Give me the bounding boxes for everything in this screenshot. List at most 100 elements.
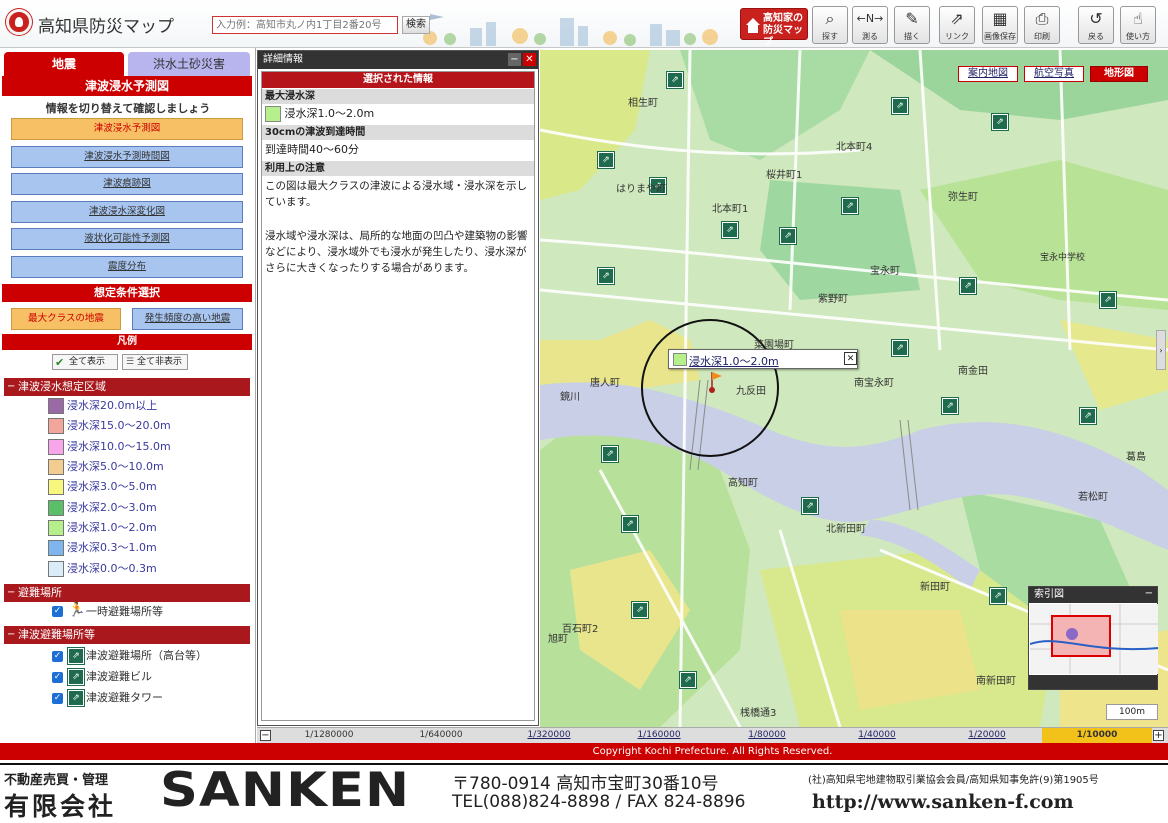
measure-icon: ←N→ bbox=[856, 12, 884, 25]
place-label: 相生町 bbox=[628, 98, 658, 109]
evacuation-marker-icon[interactable]: ⇗ bbox=[802, 498, 818, 514]
checkbox-highground[interactable]: ✓ bbox=[52, 651, 63, 662]
ad-url[interactable]: http://www.sanken-f.com bbox=[812, 791, 1074, 813]
tool-measure-button[interactable]: ←N→ 測る bbox=[852, 6, 888, 44]
zoom-in-button[interactable]: + bbox=[1153, 730, 1164, 741]
place-label: 若松町 bbox=[1078, 492, 1108, 503]
draw-icon: ✎ bbox=[905, 9, 919, 28]
tool-image-save-button[interactable]: ▦ 画像保存 bbox=[982, 6, 1018, 44]
tab-earthquake[interactable]: 地震 bbox=[4, 52, 124, 76]
scale-option[interactable]: 1/320000 bbox=[509, 728, 589, 743]
detail-content: 選択された情報 最大浸水深 浸水深1.0～2.0m 30cmの津波到達時間 到達… bbox=[261, 71, 535, 721]
legend-group-evacuation[interactable]: 避難場所 bbox=[4, 584, 250, 602]
menu-tsunami-time[interactable]: 津波浸水予測時間図 bbox=[11, 146, 243, 168]
evacuation-marker-icon[interactable]: ⇗ bbox=[990, 588, 1006, 604]
checkbox-temporary-evacuation[interactable]: ✓ bbox=[52, 606, 63, 617]
minimize-icon[interactable]: − bbox=[508, 53, 521, 66]
map-view[interactable]: ⇗ ⇗ ⇗ ⇗ ⇗ ⇗ ⇗ ⇗ ⇗ ⇗ ⇗ ⇗ ⇗ ⇗ ⇗ ⇗ ⇗ ⇗ ⇗ ⇗ … bbox=[540, 50, 1168, 727]
evacuation-marker-icon[interactable]: ⇗ bbox=[960, 278, 976, 294]
map-popup[interactable]: 浸水深1.0～2.0m ✕ bbox=[668, 349, 858, 369]
scale-indicator: 100m bbox=[1106, 704, 1158, 720]
evacuation-marker-icon[interactable]: ⇗ bbox=[992, 114, 1008, 130]
scale-option[interactable]: 1/40000 bbox=[837, 728, 917, 743]
tool-back-button[interactable]: ↺ 戻る bbox=[1078, 6, 1114, 44]
legend-swatch bbox=[48, 500, 64, 516]
note-text-1: この図は最大クラスの津波による浸水域・浸水深を示しています。 bbox=[265, 180, 527, 208]
scale-option[interactable]: 1/80000 bbox=[727, 728, 807, 743]
legend-swatch bbox=[48, 398, 64, 414]
legend-group-inundation[interactable]: 津波浸水想定区域 bbox=[4, 378, 250, 396]
place-label: 紫野町 bbox=[818, 294, 848, 305]
tool-help-button[interactable]: ☝ 使い方 bbox=[1120, 6, 1156, 44]
menu-seismic-intensity[interactable]: 震度分布 bbox=[11, 256, 243, 278]
place-label: 宝永中学校 bbox=[1040, 253, 1086, 263]
menu-liquefaction[interactable]: 液状化可能性予測図 bbox=[11, 228, 243, 250]
menu-tsunami-inundation[interactable]: 津波浸水予測図 bbox=[11, 118, 243, 140]
evacuation-marker-icon[interactable]: ⇗ bbox=[598, 152, 614, 168]
menu-tsunami-depth-change[interactable]: 津波浸水深変化図 bbox=[11, 201, 243, 223]
ad-brand: SANKEN bbox=[160, 763, 411, 818]
legend-swatch bbox=[48, 540, 64, 556]
ad-license: (社)高知県宅地建物取引業協会会員/高知県知事免許(9)第1905号 bbox=[808, 775, 1099, 786]
evacuation-marker-icon[interactable]: ⇗ bbox=[892, 340, 908, 356]
popup-link[interactable]: 浸水深1.0～2.0m bbox=[689, 353, 779, 369]
layer-topographic-button[interactable]: 地形図 bbox=[1090, 66, 1148, 82]
checkbox-tower[interactable]: ✓ bbox=[52, 693, 63, 704]
evacuation-marker-icon[interactable]: ⇗ bbox=[667, 72, 683, 88]
assumption-max-class[interactable]: 最大クラスの地震 bbox=[11, 308, 121, 330]
scale-option[interactable]: 1/1280000 bbox=[289, 728, 369, 743]
overview-map[interactable]: 索引図 − bbox=[1028, 586, 1158, 690]
panel-expand-handle[interactable]: › bbox=[1156, 330, 1166, 370]
evacuation-marker-icon[interactable]: ⇗ bbox=[842, 198, 858, 214]
scale-option[interactable]: 1/160000 bbox=[619, 728, 699, 743]
layer-guide-map-button[interactable]: 案内地図 bbox=[958, 66, 1018, 82]
checkbox-building[interactable]: ✓ bbox=[52, 672, 63, 683]
notes-label: 利用上の注意 bbox=[262, 161, 534, 176]
kochi-home-button[interactable]: 高知家の防災マップ bbox=[740, 8, 808, 48]
tool-search-button[interactable]: ⌕ 探す bbox=[812, 6, 848, 44]
assumption-frequent[interactable]: 発生頻度の高い地震 bbox=[132, 308, 243, 330]
evacuation-marker-icon[interactable]: ⇗ bbox=[598, 268, 614, 284]
evacuation-marker-icon[interactable]: ⇗ bbox=[942, 398, 958, 414]
ad-banner[interactable]: 不動産売買・管理 有限会社 SANKEN 〒780-0914 高知市宝町30番1… bbox=[0, 763, 1168, 821]
evacuation-marker-icon[interactable]: ⇗ bbox=[632, 602, 648, 618]
popup-close-icon[interactable]: ✕ bbox=[844, 352, 857, 365]
search-button[interactable]: 検索 bbox=[402, 16, 430, 34]
legend-group-tsunami-evacuation[interactable]: 津波避難場所等 bbox=[4, 626, 250, 644]
ad-address: 〒780-0914 高知市宝町30番10号 bbox=[452, 774, 719, 794]
detail-title: 詳細情報 bbox=[258, 51, 538, 69]
skyline-decoration bbox=[423, 14, 718, 46]
overview-canvas bbox=[1030, 604, 1158, 674]
evacuation-marker-icon[interactable]: ⇗ bbox=[680, 672, 696, 688]
tool-link-button[interactable]: ⇗ リンク bbox=[939, 6, 975, 44]
show-all-button[interactable]: ✔ 全て表示 bbox=[52, 354, 118, 370]
menu-tsunami-trace[interactable]: 津波痕跡図 bbox=[11, 173, 243, 195]
zoom-out-button[interactable]: − bbox=[260, 730, 271, 741]
scale-option[interactable]: 1/20000 bbox=[947, 728, 1027, 743]
place-label: 新田町 bbox=[920, 582, 950, 593]
overview-title: 索引図 bbox=[1029, 587, 1157, 603]
copyright: Copyright Kochi Prefecture. All Rights R… bbox=[257, 743, 1168, 760]
tool-print-button[interactable]: ⎙ 印刷 bbox=[1024, 6, 1060, 44]
evacuation-marker-icon[interactable]: ⇗ bbox=[780, 228, 796, 244]
evacuation-marker-icon[interactable]: ⇗ bbox=[1080, 408, 1096, 424]
place-label: 桜井町1 bbox=[766, 170, 803, 181]
evacuation-marker-icon[interactable]: ⇗ bbox=[892, 98, 908, 114]
minimize-icon[interactable]: − bbox=[1145, 588, 1153, 599]
evacuation-marker-icon[interactable]: ⇗ bbox=[1100, 292, 1116, 308]
tool-draw-button[interactable]: ✎ 描く bbox=[894, 6, 930, 44]
note-text-2: 浸水域や浸水深は、局所的な地面の凹凸や建築物の影響などにより、浸水域外でも浸水が… bbox=[265, 230, 528, 274]
hide-all-button[interactable]: ☰ 全て非表示 bbox=[122, 354, 188, 370]
tab-flood-landslide[interactable]: 洪水土砂災害 bbox=[128, 52, 250, 76]
evacuation-marker-icon[interactable]: ⇗ bbox=[622, 516, 638, 532]
place-label: 葛島 bbox=[1126, 452, 1146, 463]
scale-option-selected[interactable]: 1/10000 bbox=[1042, 728, 1152, 743]
assumption-title: 想定条件選択 bbox=[2, 284, 252, 302]
scale-option[interactable]: 1/640000 bbox=[401, 728, 481, 743]
place-label: 唐人町 bbox=[590, 378, 620, 389]
close-icon[interactable]: ✕ bbox=[523, 53, 536, 66]
evacuation-marker-icon[interactable]: ⇗ bbox=[602, 446, 618, 462]
evacuation-marker-icon[interactable]: ⇗ bbox=[722, 222, 738, 238]
layer-aerial-button[interactable]: 航空写真 bbox=[1024, 66, 1084, 82]
address-search-input[interactable] bbox=[212, 16, 398, 34]
